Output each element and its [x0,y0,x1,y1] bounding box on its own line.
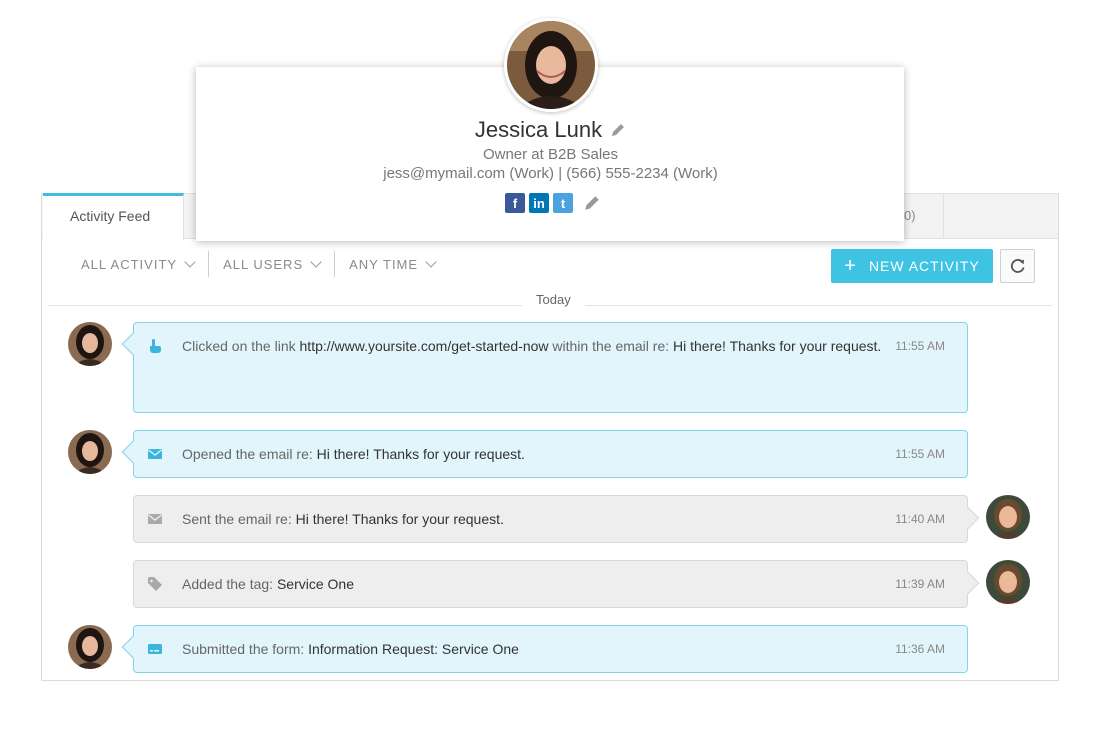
twitter-icon[interactable]: t [553,193,573,213]
activity-prefix: Opened the email re: [182,446,317,462]
avatar [68,430,112,474]
activity-time: 11:40 AM [895,512,945,526]
social-links: f in t [505,193,601,213]
activity-subject: Hi there! Thanks for your request. [673,338,882,354]
contact-avatar [504,18,598,112]
facebook-icon[interactable]: f [505,193,525,213]
activity-subject: Hi there! Thanks for your request. [295,511,504,527]
activity-item-email-sent[interactable]: Sent the email re: Hi there! Thanks for … [133,495,980,543]
filter-any-time[interactable]: ANY TIME [349,255,445,272]
activity-link[interactable]: http://www.yoursite.com/get-started-now [300,338,549,354]
chevron-down-icon [184,255,196,268]
activity-item-email-open[interactable]: Opened the email re: Hi there! Thanks fo… [121,430,968,478]
avatar [986,495,1030,539]
bubble-pointer [121,332,145,356]
activity-prefix: Sent the email re: [182,511,296,527]
form-card-icon [148,644,162,654]
activity-time: 11:36 AM [895,642,945,656]
activity-prefix: Submitted the form: [182,641,309,657]
filter-label: ALL ACTIVITY [81,256,178,272]
activity-text: Sent the email re: Hi there! Thanks for … [182,509,882,530]
day-label: Today [522,292,585,307]
activity-text: Added the tag: Service One [182,574,882,595]
avatar [68,322,112,366]
bubble-pointer [121,440,145,464]
chevron-down-icon [310,255,322,268]
envelope-icon [148,514,162,524]
activity-subject: Service One [276,576,355,592]
contact-title: Owner at B2B Sales [482,146,619,163]
activity-text: Submitted the form: Information Request:… [182,639,882,660]
activity-middle: within the email re: [548,338,674,354]
pointer-hand-icon [150,339,161,353]
activity-item-tag-added[interactable]: Added the tag: Service One 11:39 AM [133,560,980,608]
tag-icon [148,577,162,591]
filter-all-users[interactable]: ALL USERS [223,255,330,272]
linkedin-icon[interactable]: in [529,193,549,213]
avatar [986,560,1030,604]
filter-label: ALL USERS [223,256,304,272]
new-activity-button[interactable]: + NEW ACTIVITY [831,249,993,283]
filter-label: ANY TIME [349,256,419,272]
contact-details: jess@mymail.com (Work) | (566) 555-2234 … [383,165,718,182]
activity-time: 11:39 AM [895,577,945,591]
bubble-pointer [956,506,980,530]
avatar [68,625,112,669]
activity-prefix: Clicked on the link [182,338,300,354]
activity-item-link-click[interactable]: Clicked on the link http://www.yoursite.… [121,322,968,413]
pencil-icon[interactable] [610,122,626,138]
day-divider: Today [48,292,1052,312]
plus-icon: + [844,254,857,277]
filter-all-activity[interactable]: ALL ACTIVITY [81,255,204,272]
bubble-pointer [956,571,980,595]
divider [208,251,210,277]
filter-bar: ALL ACTIVITY ALL USERS ANY TIME [81,251,445,277]
chevron-down-icon [425,255,437,268]
tab-partial[interactable]: 0) [902,194,944,239]
activity-text: Clicked on the link http://www.yoursite.… [182,336,882,357]
pencil-icon[interactable] [583,194,601,212]
tab-activity-feed[interactable]: Activity Feed [43,193,184,240]
activity-text: Opened the email re: Hi there! Thanks fo… [182,444,882,465]
divider [334,251,336,277]
activity-time: 11:55 AM [895,339,945,353]
activity-item-form-submitted[interactable]: Submitted the form: Information Request:… [121,625,968,673]
activity-subject: Hi there! Thanks for your request. [316,446,525,462]
bubble-pointer [121,635,145,659]
contact-name: Jessica Lunk [474,117,603,142]
activity-time: 11:55 AM [895,447,945,461]
contact-name-row: Jessica Lunk [0,117,1101,143]
new-activity-label: NEW ACTIVITY [868,258,980,274]
activity-subject: Information Request: Service One [308,641,519,657]
refresh-button[interactable] [1000,249,1035,283]
refresh-icon [1010,259,1024,273]
envelope-icon [148,449,162,459]
activity-prefix: Added the tag: [182,576,277,592]
activity-panel: Activity Feed 0) ALL ACTIVITY ALL USERS … [41,193,1059,681]
